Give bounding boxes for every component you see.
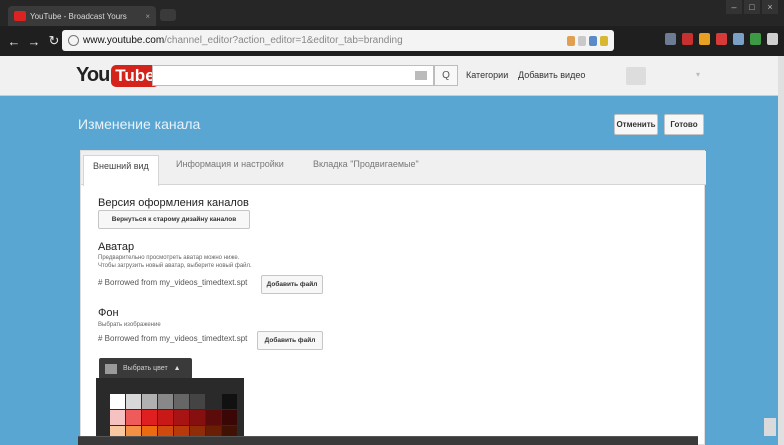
color-swatch-option[interactable] — [190, 410, 205, 425]
extension-icon[interactable] — [699, 33, 710, 45]
background-add-file-button[interactable]: Добавить файл — [257, 331, 323, 350]
page-icon[interactable] — [578, 35, 586, 46]
avatar-hint-2: Чтобы загрузить новый аватар, выберите н… — [98, 263, 252, 269]
address-bar[interactable]: www.youtube.com/channel_editor?action_ed… — [62, 30, 614, 51]
color-swatch-option[interactable] — [158, 394, 173, 409]
color-swatch-option[interactable] — [158, 410, 173, 425]
cancel-button[interactable]: Отменить — [614, 114, 658, 135]
extension-icon[interactable] — [567, 35, 575, 46]
background-hint: Выбрать изображение — [98, 322, 161, 328]
extension-icon[interactable] — [750, 33, 761, 45]
color-swatch-option[interactable] — [222, 394, 237, 409]
youtube-header: You Tube Q Категории Добавить видео ▾ — [0, 56, 778, 96]
account-menu-chevron-down-icon[interactable]: ▾ — [652, 70, 700, 80]
upload-video-link[interactable]: Добавить видео — [518, 70, 585, 80]
color-swatch-option[interactable] — [222, 410, 237, 425]
color-picker-button[interactable]: Выбрать цвет ▲ — [99, 358, 192, 379]
color-swatch-option[interactable] — [126, 394, 141, 409]
window-controls: – □ × — [726, 0, 778, 14]
avatar[interactable] — [626, 67, 646, 85]
avatar-file-name: # Borrowed from my_videos_timedtext.spt — [98, 278, 248, 287]
color-swatch-option[interactable] — [126, 410, 141, 425]
youtube-favicon-icon — [14, 11, 26, 21]
bookmark-star-icon[interactable] — [600, 35, 608, 46]
background-file-name: # Borrowed from my_videos_timedtext.spt — [98, 334, 248, 343]
avatar-hint-1: Предварительно просмотреть аватар можно … — [98, 255, 240, 261]
url-host: www.youtube.com — [83, 35, 165, 46]
reload-icon[interactable]: ↻ — [46, 33, 62, 49]
logo-you: You — [76, 64, 110, 86]
tab-appearance[interactable]: Внешний вид — [83, 155, 159, 186]
background-title: Фон — [98, 307, 119, 319]
color-swatch-option[interactable] — [110, 394, 125, 409]
scroll-corner[interactable] — [764, 418, 776, 436]
url-path: /channel_editor?action_editor=1&editor_t… — [164, 35, 403, 46]
scrollbar[interactable] — [778, 56, 784, 445]
close-window-icon[interactable]: × — [762, 0, 778, 14]
caret-up-icon: ▲ — [173, 365, 181, 372]
extension-icons — [665, 33, 778, 45]
globe-icon — [68, 35, 79, 46]
maximize-icon[interactable]: □ — [744, 0, 760, 14]
search-button[interactable]: Q — [434, 65, 458, 86]
close-tab-icon[interactable]: × — [145, 12, 150, 21]
browser-toolbar: ← → ↻ www.youtube.com/channel_editor?act… — [0, 26, 784, 56]
address-url: www.youtube.com/channel_editor?action_ed… — [83, 35, 403, 46]
new-tab-button[interactable] — [160, 9, 176, 21]
color-swatch-option[interactable] — [142, 410, 157, 425]
browser-tab[interactable]: YouTube - Broadcast Yours × — [8, 6, 156, 26]
editor-tabs: Внешний вид Информация и настройки Вклад… — [81, 151, 706, 186]
version-title: Версия оформления каналов — [98, 197, 249, 209]
color-swatch-option[interactable] — [174, 410, 189, 425]
wrench-icon[interactable] — [767, 33, 778, 45]
done-button[interactable]: Готово — [664, 114, 704, 135]
avatar-add-file-button[interactable]: Добавить файл — [261, 275, 323, 294]
back-arrow-icon[interactable]: ← — [6, 34, 22, 49]
extension-icon[interactable] — [665, 33, 676, 45]
browser-tab-title: YouTube - Broadcast Yours — [30, 11, 127, 21]
color-swatch-option[interactable] — [206, 410, 221, 425]
tab-info-settings[interactable]: Информация и настройки — [176, 159, 284, 169]
categories-link[interactable]: Категории — [466, 70, 508, 80]
extension-icon[interactable] — [716, 33, 727, 45]
tab-featured[interactable]: Вкладка "Продвигаемые" — [313, 159, 419, 169]
youtube-logo[interactable]: You Tube — [76, 64, 159, 87]
color-picker-label: Выбрать цвет — [123, 365, 168, 372]
color-swatch-option[interactable] — [142, 394, 157, 409]
extension-icon[interactable] — [682, 33, 693, 45]
minimize-icon[interactable]: – — [726, 0, 742, 14]
color-grid — [110, 394, 237, 441]
extension-icon[interactable] — [733, 33, 744, 45]
extension-icon[interactable] — [589, 35, 597, 46]
browser-tab-strip: YouTube - Broadcast Yours × – □ × — [0, 0, 784, 26]
color-palette — [96, 378, 244, 445]
keyboard-icon[interactable] — [415, 71, 427, 80]
color-swatch-option[interactable] — [206, 394, 221, 409]
page-title: Изменение канала — [78, 116, 201, 132]
color-swatch — [105, 363, 117, 374]
color-swatch-option[interactable] — [174, 394, 189, 409]
bottom-bar — [78, 436, 698, 445]
color-swatch-option[interactable] — [190, 394, 205, 409]
color-swatch-option[interactable] — [110, 410, 125, 425]
address-bar-icons — [567, 35, 608, 46]
search-input[interactable] — [152, 65, 434, 86]
old-design-button[interactable]: Вернуться к старому дизайну каналов — [98, 210, 250, 229]
avatar-title: Аватар — [98, 241, 135, 253]
forward-arrow-icon[interactable]: → — [26, 34, 42, 49]
